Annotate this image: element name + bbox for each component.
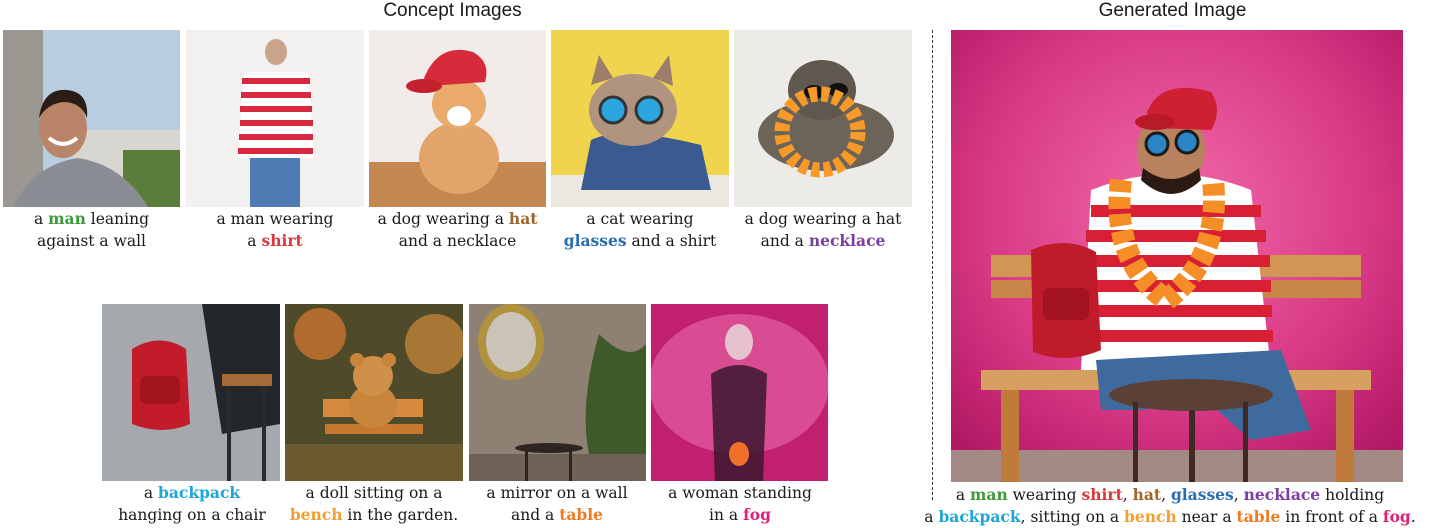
generated-image-heading: Generated Image	[1098, 0, 1247, 21]
woman-fog-photo	[651, 304, 828, 481]
concept-caption-shirt: a man wearing a shirt	[216, 210, 334, 250]
concept-caption-glasses: a cat wearing glasses and a shirt	[563, 210, 717, 250]
concept-caption-table: a mirror on a wall and a table	[486, 484, 628, 524]
concept-caption-hat: a dog wearing a hat and a necklace	[377, 209, 538, 250]
striped-shirt-photo	[186, 30, 364, 207]
concept-caption-backpack: a backpack hanging on a chair	[118, 483, 266, 524]
dog-necklace-photo	[734, 30, 912, 207]
generated-caption: a man wearing shirt, hat, glasses, neckl…	[924, 485, 1416, 526]
concept-caption-bench: a doll sitting on a bench in the garden.	[289, 484, 459, 524]
concept-caption-fog: a woman standing in a fog	[668, 484, 812, 524]
backpack-photo	[102, 304, 280, 481]
concept-images-heading: Concept Images	[383, 0, 522, 21]
section-divider	[932, 30, 933, 500]
man-photo	[3, 30, 180, 207]
mirror-table-photo	[469, 304, 646, 481]
cat-glasses-photo	[551, 30, 729, 207]
concept-caption-necklace: a dog wearing a hat and a necklace	[744, 210, 902, 250]
generated-image	[951, 30, 1403, 482]
concept-caption-man: a man leaning against a wall	[33, 209, 150, 250]
teddy-bench-photo	[285, 304, 463, 481]
dog-hat-photo	[369, 30, 546, 207]
